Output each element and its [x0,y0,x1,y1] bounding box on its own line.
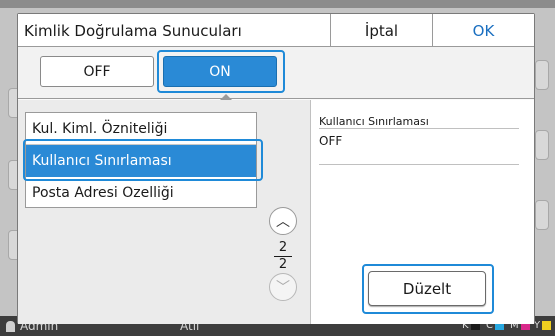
dialog-header: Kimlik Doğrulama Sunucuları İptal OK [18,14,534,47]
cancel-button[interactable]: İptal [330,14,432,47]
detail-value: OFF [319,134,343,148]
user-icon [6,321,15,332]
on-off-toggle-group: OFF ON [18,47,534,99]
toggle-off-button[interactable]: OFF [40,56,154,87]
background-tab [535,60,549,90]
scroll-down-button[interactable]: ﹀ [269,273,297,301]
detail-label: Kullanıcı Sınırlaması [319,115,429,128]
ok-button[interactable]: OK [432,14,534,47]
background-tab [535,130,549,160]
background-top-bar [0,0,555,8]
chevron-up-icon: ︿ [276,214,290,230]
divider [319,164,519,165]
toggle-on-button[interactable]: ON [163,56,277,87]
dialog-title: Kimlik Doğrulama Sunucuları [24,22,242,40]
divider [319,128,519,129]
page-current: 2 [278,240,288,255]
chevron-down-icon: ﹀ [276,280,290,296]
edit-button[interactable]: Düzelt [368,271,486,306]
background-tab [535,200,549,230]
auth-servers-dialog: Kimlik Doğrulama Sunucuları İptal OK OFF… [17,13,535,324]
settings-list-area: Kul. Kiml. Özniteliği Kullanıcı Sınırlam… [18,100,310,324]
scroll-up-button[interactable]: ︿ [269,207,297,235]
ink-indicator-y: Y [534,320,553,332]
list-item[interactable]: Posta Adresi Ozelliği [26,177,256,209]
focus-frame [23,139,263,181]
page-total: 2 [278,257,288,272]
